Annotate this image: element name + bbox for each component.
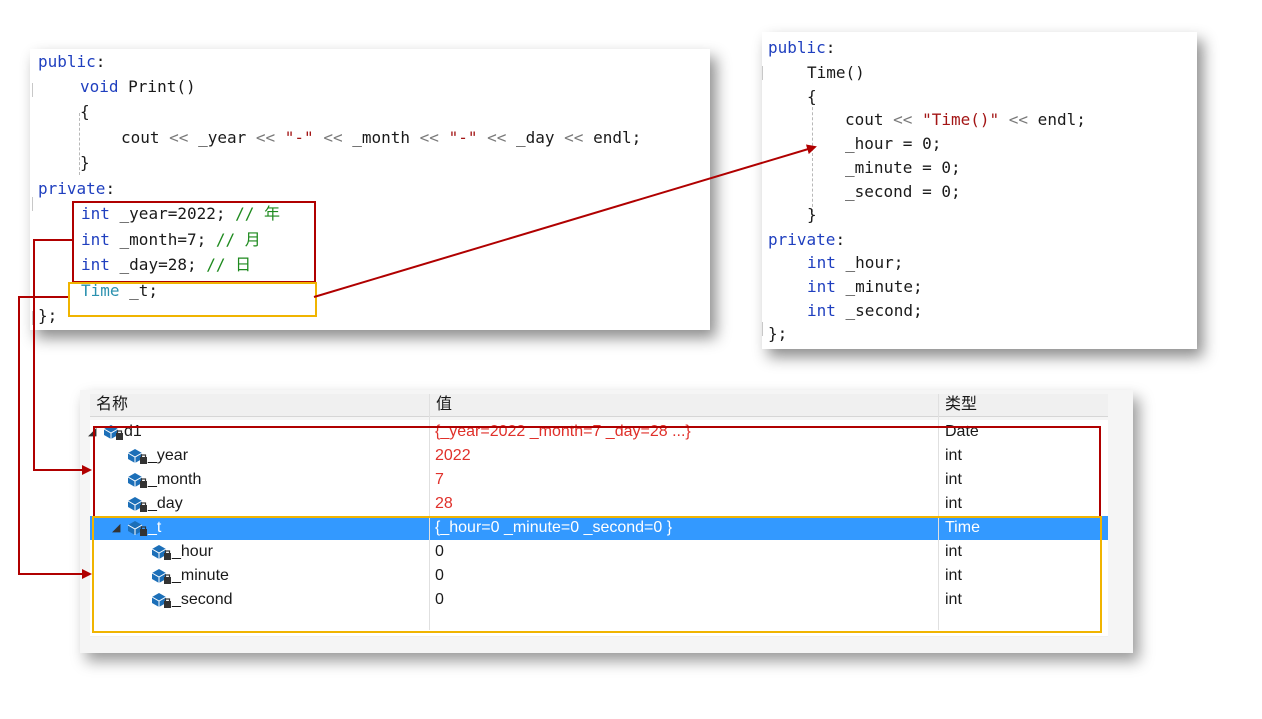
arrow-time-member-to-watch: [18, 296, 92, 579]
arrow-time-to-class: [313, 144, 817, 298]
annotation-arrows: [18, 144, 817, 579]
arrow-date-members-to-watch: [33, 239, 92, 475]
